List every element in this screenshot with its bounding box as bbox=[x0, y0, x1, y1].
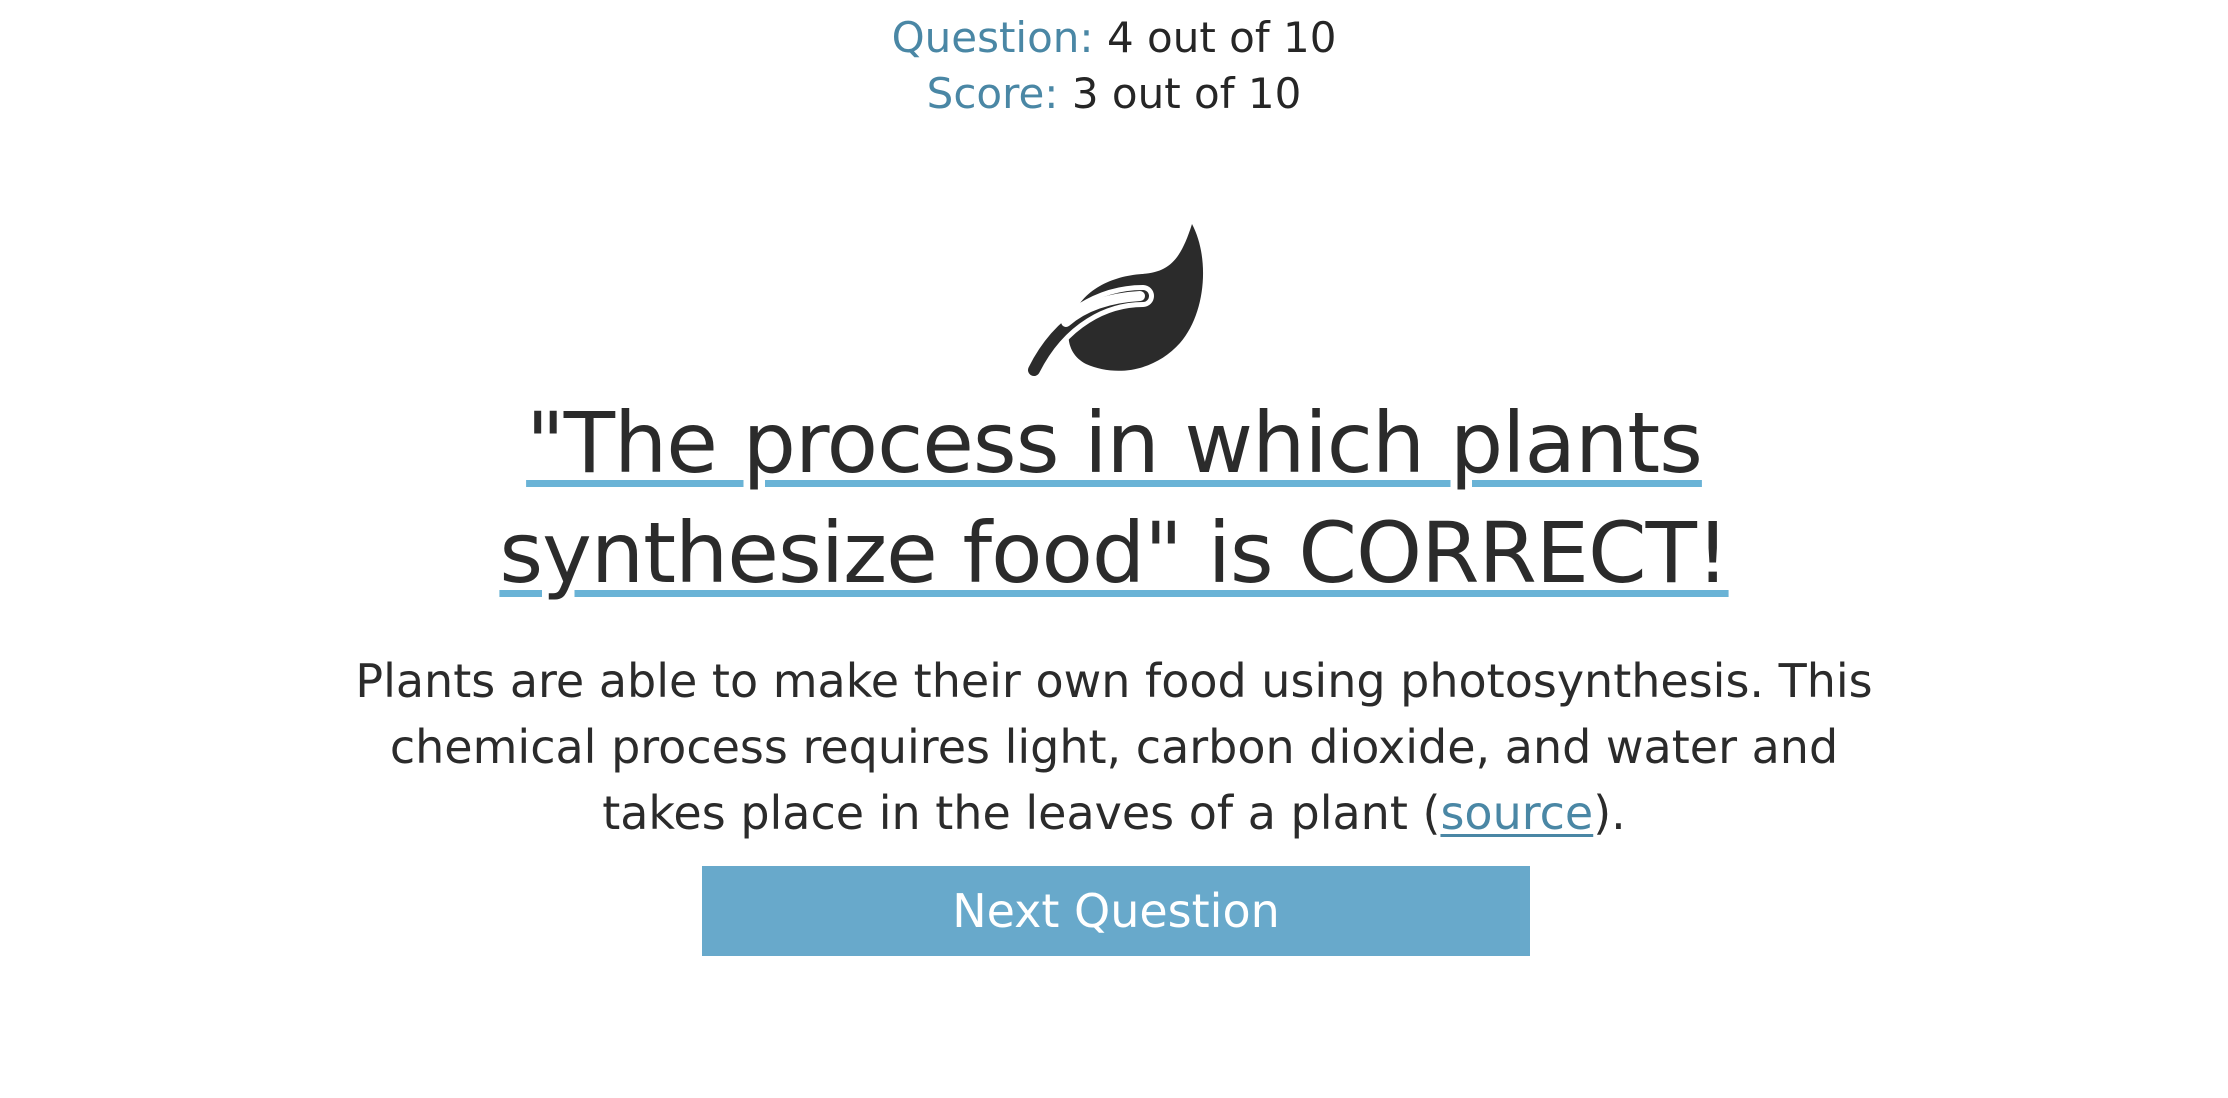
explanation-text: Plants are able to make their own food u… bbox=[355, 654, 1873, 840]
leaf-icon bbox=[1023, 224, 1204, 381]
score-counter: Score: 3 out of 10 bbox=[0, 66, 2228, 122]
score-label: Score: bbox=[926, 69, 1059, 118]
quiz-progress: Question: 4 out of 10 Score: 3 out of 10 bbox=[0, 10, 2228, 122]
question-counter: Question: 4 out of 10 bbox=[0, 10, 2228, 66]
quiz-result-page: Question: 4 out of 10 Score: 3 out of 10… bbox=[0, 0, 2228, 1098]
explanation-end: ). bbox=[1593, 786, 1626, 840]
result-explanation: Plants are able to make their own food u… bbox=[330, 648, 1898, 846]
next-question-button[interactable]: Next Question bbox=[702, 866, 1530, 956]
score-value: 3 out of 10 bbox=[1071, 69, 1302, 118]
result-headline: "The process in which plants synthesize … bbox=[300, 388, 1928, 608]
question-value: 4 out of 10 bbox=[1106, 13, 1337, 62]
result-headline-text: "The process in which plants synthesize … bbox=[499, 394, 1729, 602]
question-label: Question: bbox=[891, 13, 1094, 62]
source-link[interactable]: source bbox=[1440, 786, 1593, 840]
